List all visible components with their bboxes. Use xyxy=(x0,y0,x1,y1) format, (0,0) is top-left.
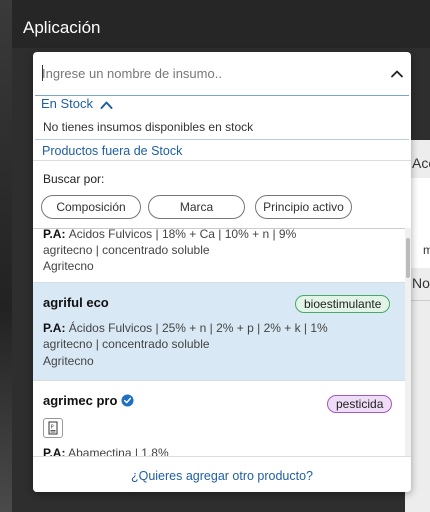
out-of-stock-label: Productos fuera de Stock xyxy=(42,144,183,158)
search-filter: Buscar por: Composición Marca Principio … xyxy=(33,160,411,228)
scrollbar-thumb[interactable] xyxy=(406,238,410,278)
svg-text:P: P xyxy=(51,425,54,431)
app-title: Aplicación xyxy=(23,18,101,37)
category-badge: pesticida xyxy=(327,395,393,413)
product-item[interactable]: agrimec pro pesticida P P.A: Abamectina … xyxy=(33,381,405,456)
product-item[interactable]: P.A: Ácidos Fulvicos | 18% + Ca | 10% + … xyxy=(33,228,405,283)
product-brand: Agritecno xyxy=(43,354,94,368)
chevron-up-icon xyxy=(100,101,113,109)
background-text: m xyxy=(423,243,430,257)
filter-label: Buscar por: xyxy=(43,172,105,186)
app-bar: Aplicación xyxy=(12,0,430,48)
product-item-selected[interactable]: agriful eco bioestimulante P.A: Ácidos F… xyxy=(33,283,405,381)
product-list: P.A: Ácidos Fulvicos | 18% + Ca | 10% + … xyxy=(33,228,405,456)
product-details: agritecno | concentrado soluble xyxy=(43,337,210,351)
stock-section-label: En Stock xyxy=(41,96,94,111)
filter-chip-principio-activo[interactable]: Principio activo xyxy=(255,195,352,219)
product-search-dropdown: En Stock No tienes insumos disponibles e… xyxy=(33,52,411,492)
empty-stock-message: No tienes insumos disponibles en stock xyxy=(43,120,254,134)
product-active-ingredient: P.A: Ácidos Fulvicos | 25% + n | 2% + p … xyxy=(43,321,328,335)
add-product-footer: ¿Quieres agregar otro producto? xyxy=(33,456,411,492)
verified-check-icon xyxy=(121,394,134,407)
product-active-ingredient: P.A: Ácidos Fulvicos | 18% + Ca | 10% + … xyxy=(43,228,297,241)
search-input[interactable] xyxy=(42,59,372,87)
filter-chip-marca[interactable]: Marca xyxy=(148,195,245,219)
product-details: agritecno | concentrado soluble xyxy=(43,243,210,257)
stock-section-header[interactable]: En Stock xyxy=(41,96,113,111)
add-product-link[interactable]: ¿Quieres agregar otro producto? xyxy=(33,469,411,483)
out-of-stock-header: Productos fuera de Stock xyxy=(35,139,409,161)
product-name: agrimec pro xyxy=(43,393,118,408)
background-text: No xyxy=(412,275,430,291)
search-box xyxy=(34,53,410,93)
document-icon[interactable]: P xyxy=(43,418,63,438)
product-active-ingredient: P.A: Abamectina | 1.8% xyxy=(43,446,169,456)
chevron-up-icon[interactable] xyxy=(389,66,405,82)
product-name: agriful eco xyxy=(43,295,109,310)
background-edge xyxy=(0,0,12,512)
product-brand: Agritecno xyxy=(43,259,94,273)
background-text: Acc xyxy=(412,155,430,171)
filter-chip-composicion[interactable]: Composición xyxy=(41,195,141,219)
category-badge: bioestimulante xyxy=(295,295,391,313)
